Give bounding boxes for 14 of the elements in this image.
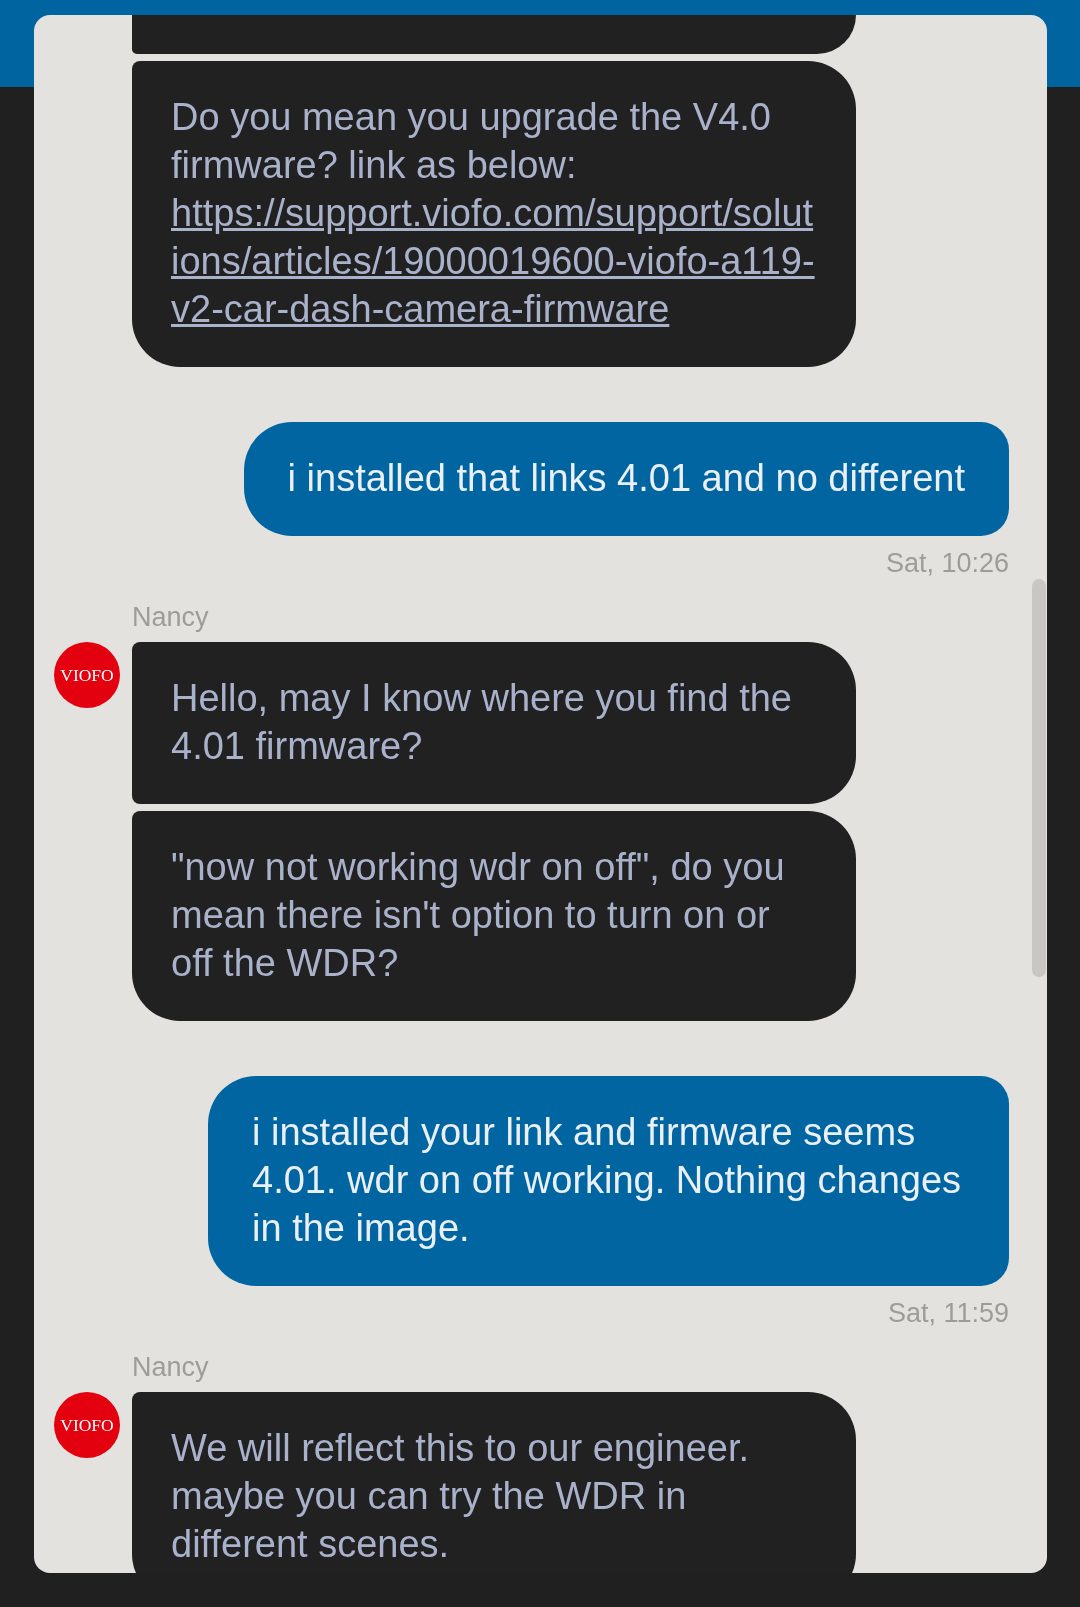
message-text: Do you mean you upgrade the V4.0 firmware? link as below:	[171, 95, 772, 188]
message-bubble: i installed your link and firmware seems 4.01. wdr on off working. Nothing changes in the image.	[208, 1076, 1009, 1286]
scrollbar-thumb[interactable]	[1032, 579, 1046, 977]
message-time: Sat, 10:26	[885, 547, 1009, 579]
message-link[interactable]: https://support.viofo.com/support/solutions/articles/19000019600-viofo-a119-v2-car-dash-camera-firmware	[171, 189, 817, 333]
sender-name: Nancy	[132, 601, 209, 633]
brand-avatar: VIOFO	[54, 1392, 120, 1458]
message-time: Sat, 11:59	[887, 1297, 1009, 1329]
brand-avatar: VIOFO	[54, 642, 120, 708]
message-bubble: "now not working wdr on off", do you mean there isn't option to turn on or off the WDR?	[132, 811, 856, 1021]
message-bubble: We will reflect this to our engineer. maybe you can try the WDR in different scenes.	[132, 1392, 856, 1573]
message-bubble: i installed that links 4.01 and no different	[243, 422, 1009, 536]
message-bubble: Hello, may I know where you find the 4.01 firmware?	[132, 642, 856, 804]
sender-name: Nancy	[132, 1351, 209, 1383]
